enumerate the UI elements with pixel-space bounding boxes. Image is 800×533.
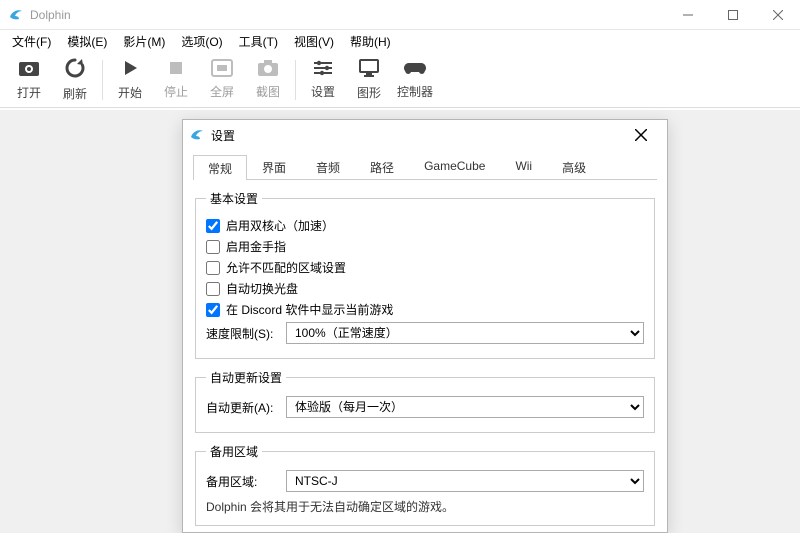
controllers-label: 控制器: [397, 83, 433, 100]
menu-movie[interactable]: 影片(M): [115, 31, 173, 52]
tab-bar: 常规 界面 音频 路径 GameCube Wii 高级: [193, 154, 657, 180]
dualcore-label: 启用双核心（加速）: [226, 217, 334, 234]
screenshot-button: 截图: [245, 55, 291, 105]
settings-button[interactable]: 设置: [300, 55, 346, 105]
settings-label: 设置: [311, 83, 335, 100]
tab-gamecube[interactable]: GameCube: [409, 154, 500, 179]
sliders-icon: [312, 59, 334, 80]
fullscreen-icon: [211, 59, 233, 80]
menu-help[interactable]: 帮助(H): [342, 31, 399, 52]
fullscreen-label: 全屏: [210, 83, 234, 100]
fallback-region-legend: 备用区域: [206, 443, 262, 460]
basic-settings-legend: 基本设置: [206, 190, 262, 207]
tab-wii[interactable]: Wii: [500, 154, 547, 179]
speed-limit-label: 速度限制(S):: [206, 325, 286, 342]
discord-checkbox[interactable]: 在 Discord 软件中显示当前游戏: [206, 301, 393, 318]
auto-update-select[interactable]: 体验版（每月一次）: [286, 396, 644, 418]
monitor-icon: [358, 58, 380, 81]
discord-label: 在 Discord 软件中显示当前游戏: [226, 301, 393, 318]
stop-icon: [167, 59, 185, 80]
toolbar-separator: [102, 60, 103, 100]
toolbar-separator: [295, 60, 296, 100]
camera-icon: [257, 59, 279, 80]
menu-tools[interactable]: 工具(T): [231, 31, 286, 52]
folder-open-icon: [17, 58, 41, 81]
stop-label: 停止: [164, 83, 188, 100]
tab-interface[interactable]: 界面: [247, 154, 301, 179]
tab-advanced[interactable]: 高级: [547, 154, 601, 179]
dualcore-checkbox[interactable]: 启用双核心（加速）: [206, 217, 334, 234]
titlebar: Dolphin: [0, 0, 800, 30]
dolphin-icon: [8, 7, 24, 23]
fallback-region-help: Dolphin 会将其用于无法自动确定区域的游戏。: [206, 498, 644, 515]
fallback-region-label: 备用区域:: [206, 473, 286, 490]
fallback-region-group: 备用区域 备用区域: NTSC-J Dolphin 会将其用于无法自动确定区域的…: [195, 443, 655, 526]
mismatched-region-checkbox[interactable]: 允许不匹配的区域设置: [206, 259, 346, 276]
dolphin-icon: [189, 127, 205, 143]
gamepad-icon: [403, 59, 427, 80]
fullscreen-button: 全屏: [199, 55, 245, 105]
tab-paths[interactable]: 路径: [355, 154, 409, 179]
start-label: 开始: [118, 84, 142, 101]
auto-update-legend: 自动更新设置: [206, 369, 286, 386]
close-button[interactable]: [755, 0, 800, 29]
minimize-button[interactable]: [665, 0, 710, 29]
toolbar: 打开 刷新 开始 停止 全屏 截图 设置: [0, 52, 800, 108]
graphics-button[interactable]: 图形: [346, 55, 392, 105]
cheats-checkbox[interactable]: 启用金手指: [206, 238, 286, 255]
dialog-body: 常规 界面 音频 路径 GameCube Wii 高级 基本设置 启用双核心（加…: [183, 150, 667, 532]
screenshot-label: 截图: [256, 83, 280, 100]
auto-disc-checkbox[interactable]: 自动切换光盘: [206, 280, 298, 297]
open-label: 打开: [17, 84, 41, 101]
autodisc-label: 自动切换光盘: [226, 280, 298, 297]
refresh-label: 刷新: [63, 85, 87, 102]
graphics-label: 图形: [357, 84, 381, 101]
mismatched-label: 允许不匹配的区域设置: [226, 259, 346, 276]
basic-settings-group: 基本设置 启用双核心（加速） 启用金手指 允许不匹配的区域设置 自动切换光盘 在…: [195, 190, 655, 359]
menu-view[interactable]: 视图(V): [286, 31, 342, 52]
window-controls: [665, 0, 800, 29]
menu-options[interactable]: 选项(O): [173, 31, 230, 52]
controllers-button[interactable]: 控制器: [392, 55, 438, 105]
tab-audio[interactable]: 音频: [301, 154, 355, 179]
play-icon: [120, 58, 140, 81]
speed-limit-select[interactable]: 100%（正常速度）: [286, 322, 644, 344]
open-button[interactable]: 打开: [6, 55, 52, 105]
refresh-button[interactable]: 刷新: [52, 55, 98, 105]
dialog-titlebar: 设置: [183, 120, 667, 150]
maximize-button[interactable]: [710, 0, 755, 29]
start-button[interactable]: 开始: [107, 55, 153, 105]
dialog-close-button[interactable]: [621, 121, 661, 149]
dialog-title: 设置: [211, 127, 235, 144]
stop-button: 停止: [153, 55, 199, 105]
cheats-label: 启用金手指: [226, 238, 286, 255]
auto-update-group: 自动更新设置 自动更新(A): 体验版（每月一次）: [195, 369, 655, 433]
fallback-region-select[interactable]: NTSC-J: [286, 470, 644, 492]
refresh-icon: [64, 57, 86, 82]
menubar: 文件(F) 模拟(E) 影片(M) 选项(O) 工具(T) 视图(V) 帮助(H…: [0, 30, 800, 52]
tab-general[interactable]: 常规: [193, 155, 247, 180]
app-title: Dolphin: [30, 8, 71, 22]
menu-emulation[interactable]: 模拟(E): [59, 31, 115, 52]
auto-update-label: 自动更新(A):: [206, 399, 286, 416]
menu-file[interactable]: 文件(F): [4, 31, 59, 52]
settings-dialog: 设置 常规 界面 音频 路径 GameCube Wii 高级 基本设置 启用双核…: [182, 119, 668, 533]
